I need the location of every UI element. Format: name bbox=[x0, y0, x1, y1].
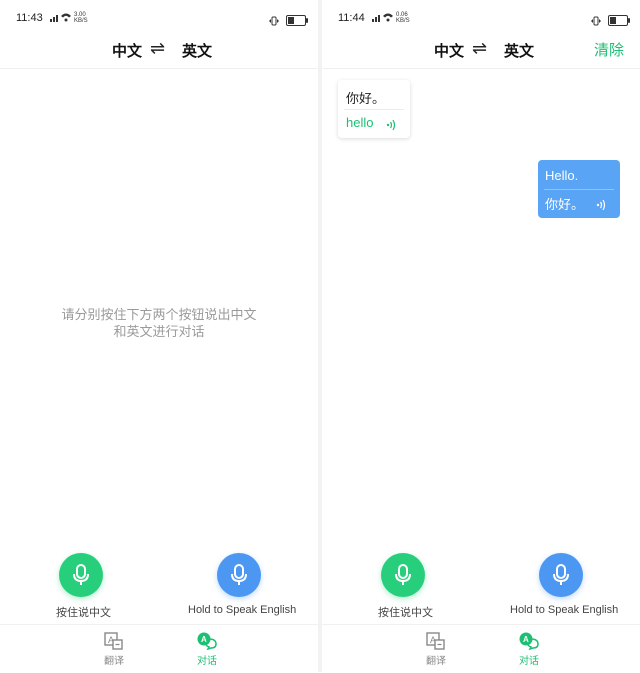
nav-tab-translate[interactable]: A 翻译 bbox=[94, 631, 134, 667]
swap-language-icon[interactable]: ⇌ bbox=[472, 38, 487, 59]
message-original: Hello. bbox=[545, 168, 579, 183]
message-translation: hello bbox=[346, 115, 374, 130]
status-bar: 11:44 0.06 KB/S bbox=[322, 0, 640, 36]
battery-icon bbox=[608, 15, 630, 26]
status-bar: 11:43 3.00 KB/S bbox=[0, 0, 318, 36]
source-language-button[interactable]: 中文 bbox=[434, 40, 464, 61]
hold-speak-chinese-button[interactable] bbox=[59, 553, 103, 597]
network-speed: 0.06 KB/S bbox=[396, 12, 410, 24]
hold-speak-english-label: Hold to Speak English bbox=[188, 604, 297, 616]
hold-speak-chinese-label: 按住说中文 bbox=[56, 607, 111, 619]
nav-tab-dialog[interactable]: A 对话 bbox=[187, 631, 227, 667]
empty-hint: 请分别按住下方两个按钮说出中文 和英文进行对话 bbox=[61, 307, 257, 339]
hold-speak-chinese-button[interactable] bbox=[381, 553, 425, 597]
signal-wifi-icon bbox=[372, 12, 394, 25]
hold-speak-english-button[interactable] bbox=[217, 553, 261, 597]
vibrate-icon bbox=[590, 11, 602, 30]
microphone-icon bbox=[73, 564, 89, 585]
signal-wifi-icon bbox=[50, 12, 72, 25]
nav-tab-dialog-label: 对话 bbox=[197, 656, 217, 667]
dialog-icon: A bbox=[518, 631, 540, 651]
message-bubble-left[interactable]: 你好。 hello bbox=[338, 80, 410, 138]
hold-speak-english-label: Hold to Speak English bbox=[510, 604, 619, 616]
clear-button[interactable]: 清除 bbox=[594, 39, 624, 60]
message-bubble-right[interactable]: Hello. 你好。 bbox=[538, 160, 620, 218]
speaker-icon[interactable] bbox=[596, 196, 606, 215]
network-speed: 3.00 KB/S bbox=[74, 12, 88, 24]
app-root: 11:43 3.00 KB/S 中文 ⇌ 英文 请分别按住下方两个按钮说出中文 … bbox=[0, 0, 640, 673]
language-header: 中文 ⇌ 英文 bbox=[0, 36, 318, 69]
translate-icon: A bbox=[425, 631, 447, 651]
nav-tab-translate[interactable]: A 翻译 bbox=[416, 631, 456, 667]
bottom-nav: A 翻译 A 对话 bbox=[322, 624, 640, 673]
translate-icon: A bbox=[103, 631, 125, 651]
nav-tab-dialog-label: 对话 bbox=[519, 656, 539, 667]
microphone-icon bbox=[553, 564, 569, 585]
left-screen: 11:43 3.00 KB/S 中文 ⇌ 英文 请分别按住下方两个按钮说出中文 … bbox=[0, 0, 318, 673]
microphone-icon bbox=[231, 564, 247, 585]
swap-language-icon[interactable]: ⇌ bbox=[150, 38, 165, 59]
target-language-button[interactable]: 英文 bbox=[182, 40, 212, 61]
message-original: 你好。 bbox=[346, 91, 386, 106]
target-language-button[interactable]: 英文 bbox=[504, 40, 534, 61]
bubble-divider bbox=[344, 109, 404, 110]
language-header: 中文 ⇌ 英文 清除 bbox=[322, 36, 640, 69]
bubble-divider bbox=[544, 189, 614, 190]
speaker-icon[interactable] bbox=[386, 116, 396, 135]
dialog-icon: A bbox=[196, 631, 218, 651]
status-time: 11:44 bbox=[338, 12, 365, 24]
battery-icon bbox=[286, 15, 308, 26]
bottom-nav: A 翻译 A 对话 bbox=[0, 624, 318, 673]
source-language-button[interactable]: 中文 bbox=[112, 40, 142, 61]
message-translation: 你好。 bbox=[545, 197, 585, 212]
status-time: 11:43 bbox=[16, 12, 43, 24]
svg-text:A: A bbox=[201, 635, 207, 644]
nav-tab-dialog[interactable]: A 对话 bbox=[509, 631, 549, 667]
nav-tab-translate-label: 翻译 bbox=[104, 656, 124, 667]
nav-tab-translate-label: 翻译 bbox=[426, 656, 446, 667]
hold-speak-english-button[interactable] bbox=[539, 553, 583, 597]
microphone-icon bbox=[395, 564, 411, 585]
svg-text:A: A bbox=[523, 635, 529, 644]
vibrate-icon bbox=[268, 11, 280, 30]
hold-speak-chinese-label: 按住说中文 bbox=[378, 607, 433, 619]
